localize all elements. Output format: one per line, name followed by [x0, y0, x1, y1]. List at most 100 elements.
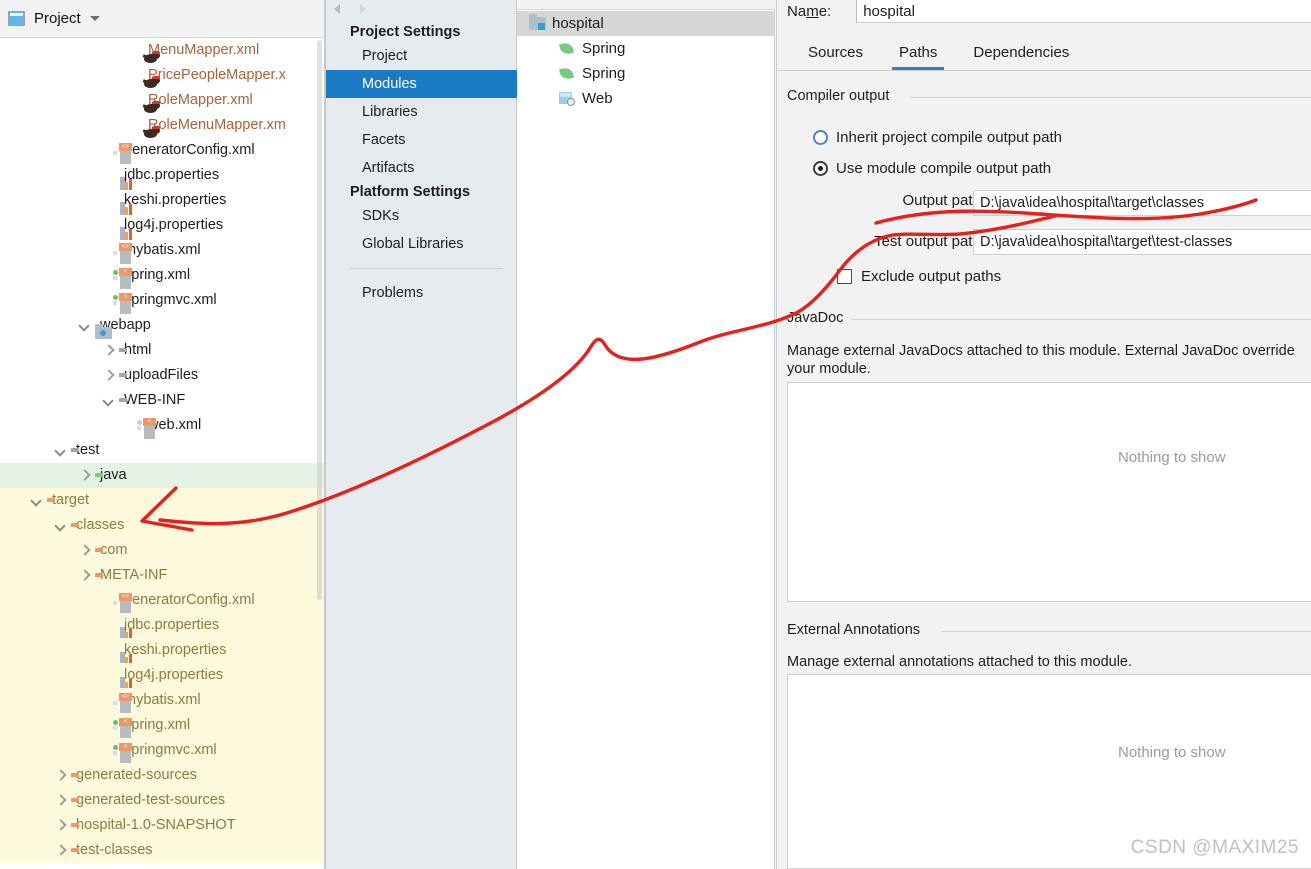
module-list-toolbar[interactable] — [517, 0, 775, 10]
project-tree-item[interactable]: WEB-INF — [0, 388, 326, 413]
project-tree-item[interactable]: <> generatorConfig.xml — [0, 138, 326, 164]
project-tree-item[interactable]: < springmvc.xml — [0, 288, 326, 314]
project-tree-item[interactable]: < spring.xml — [0, 263, 326, 289]
project-tree-item[interactable]: keshi.properties — [0, 188, 326, 215]
sidebar-item-sdks[interactable]: SDKs — [326, 202, 517, 230]
project-tree-item-label: MenuMapper.xml — [148, 42, 260, 58]
chevron-down-icon[interactable] — [78, 319, 91, 332]
module-output-radio-row[interactable]: Use module compile output path — [813, 160, 1051, 177]
chevron-down-icon[interactable] — [102, 394, 115, 407]
javadoc-list-box[interactable]: Nothing to show — [787, 382, 1311, 602]
project-tree-item-label: classes — [76, 517, 125, 533]
chevron-right-icon[interactable] — [78, 469, 91, 482]
sidebar-item-modules[interactable]: Modules — [326, 70, 517, 98]
navigation-arrows[interactable] — [334, 0, 366, 18]
tab-paths[interactable]: Paths — [892, 44, 945, 70]
project-tree-item[interactable]: test — [0, 438, 326, 463]
project-tree-item[interactable]: html — [0, 338, 326, 363]
project-tree-item[interactable]: META-INF — [0, 563, 326, 588]
project-tree-item-label: target — [52, 492, 90, 508]
project-tree-item[interactable]: generated-sources — [0, 763, 326, 788]
project-tree-item-label: test-classes — [76, 842, 153, 858]
project-tree-item[interactable]: MenuMapper.xml — [0, 38, 326, 63]
project-tree-item[interactable]: PricePeopleMapper.x — [0, 63, 326, 88]
project-tree-item[interactable]: <> mybatis.xml — [0, 688, 326, 714]
javadoc-group-line — [851, 319, 1311, 320]
project-tree-item[interactable]: hospital-1.0-SNAPSHOT — [0, 813, 326, 838]
spring-leaf-icon — [559, 41, 582, 56]
project-tree[interactable]: MenuMapper.xml PricePeopleMapper.x RoleMap… — [0, 38, 326, 869]
project-tree-item[interactable]: <> mybatis.xml — [0, 238, 326, 264]
project-tree-item-label: spring.xml — [124, 717, 191, 733]
external-annotations-group-line — [941, 631, 1311, 632]
project-tree-item[interactable]: log4j.properties — [0, 663, 326, 690]
project-tree-item[interactable]: < spring.xml — [0, 713, 326, 739]
project-tree-item[interactable]: < web.xml — [0, 413, 326, 439]
chevron-right-icon[interactable] — [54, 844, 67, 857]
project-tree-scrollbar[interactable] — [317, 40, 322, 600]
project-tree-item[interactable]: log4j.properties — [0, 213, 326, 240]
project-tree-item[interactable]: keshi.properties — [0, 638, 326, 665]
project-tree-item-label: mybatis.xml — [124, 242, 201, 258]
project-tree-item[interactable]: RoleMenuMapper.xm — [0, 113, 326, 138]
exclude-output-paths-checkbox[interactable] — [837, 269, 852, 284]
sidebar-item-project[interactable]: Project — [326, 42, 517, 70]
chevron-right-icon[interactable] — [78, 569, 91, 582]
output-path-input[interactable]: D:\java\idea\hospital\target\classes — [973, 190, 1311, 216]
project-tree-item[interactable]: jdbc.properties — [0, 163, 326, 190]
module-list-item[interactable]: hospital — [517, 11, 775, 36]
project-tree-item-label: log4j.properties — [124, 217, 224, 233]
back-arrow-icon[interactable] — [334, 4, 340, 14]
project-tree-item[interactable]: target — [0, 488, 326, 513]
chevron-right-icon[interactable] — [54, 794, 67, 807]
module-list-item[interactable]: Spring — [517, 36, 775, 61]
project-tree-item[interactable]: jdbc.properties — [0, 613, 326, 640]
chevron-right-icon[interactable] — [54, 769, 67, 782]
test-output-path-label: Test output path: — [874, 233, 985, 250]
project-tree-item[interactable]: generated-test-sources — [0, 788, 326, 813]
project-tree-item-label: RoleMapper.xml — [148, 92, 253, 108]
project-tree-item[interactable]: uploadFiles — [0, 363, 326, 388]
project-tree-item[interactable]: <> generatorConfig.xml — [0, 588, 326, 614]
module-name-input[interactable]: hospital — [856, 0, 1311, 23]
project-tree-item[interactable]: classes — [0, 513, 326, 538]
sidebar-item-libraries[interactable]: Libraries — [326, 98, 517, 126]
chevron-down-icon[interactable] — [54, 519, 67, 532]
chevron-down-icon[interactable] — [30, 494, 43, 507]
exclude-output-paths-row[interactable]: Exclude output paths — [837, 268, 1001, 285]
forward-arrow-icon[interactable] — [360, 4, 366, 14]
project-tree-item[interactable]: java — [0, 463, 326, 488]
javadoc-group-title: JavaDoc — [787, 310, 850, 326]
inherit-output-radio-row[interactable]: Inherit project compile output path — [813, 129, 1062, 146]
project-tree-item[interactable]: webapp — [0, 313, 326, 339]
chevron-right-icon[interactable] — [78, 544, 91, 557]
module-config-tabs[interactable]: Sources Paths Dependencies — [777, 35, 1311, 71]
tab-sources[interactable]: Sources — [801, 44, 870, 70]
project-tree-item[interactable]: com — [0, 538, 326, 563]
sidebar-item-problems[interactable]: Problems — [326, 279, 517, 307]
external-annotations-description: Manage external annotations attached to … — [787, 654, 1133, 670]
project-tree-item[interactable]: < springmvc.xml — [0, 738, 326, 764]
module-list-panel[interactable]: hospital Spring Spring Web — [517, 0, 775, 869]
chevron-right-icon[interactable] — [54, 819, 67, 832]
chevron-right-icon[interactable] — [102, 369, 115, 382]
project-tree-item[interactable]: test-classes — [0, 838, 326, 863]
settings-nav-sidebar[interactable]: Project Settings Project Modules Libraries F… — [326, 0, 517, 869]
project-panel-header[interactable]: Project — [0, 0, 326, 38]
test-output-path-input[interactable]: D:\java\idea\hospital\target\test-classe… — [973, 229, 1311, 255]
module-list-item[interactable]: Web — [517, 86, 775, 111]
project-tree-item[interactable]: RoleMapper.xml — [0, 88, 326, 113]
project-tree-item-label: springmvc.xml — [124, 742, 217, 758]
sidebar-item-facets[interactable]: Facets — [326, 126, 517, 154]
chevron-down-icon[interactable] — [54, 444, 67, 457]
tab-dependencies[interactable]: Dependencies — [966, 44, 1076, 70]
inherit-output-radio[interactable] — [813, 130, 828, 145]
module-output-radio[interactable] — [813, 161, 828, 176]
sidebar-item-artifacts[interactable]: Artifacts — [326, 154, 517, 182]
module-list-item[interactable]: Spring — [517, 61, 775, 86]
chevron-down-icon[interactable] — [89, 16, 100, 21]
sidebar-item-global-libraries[interactable]: Global Libraries — [326, 230, 517, 258]
chevron-right-icon[interactable] — [102, 344, 115, 357]
